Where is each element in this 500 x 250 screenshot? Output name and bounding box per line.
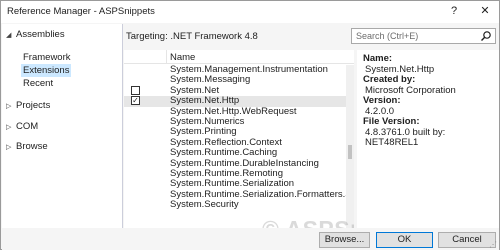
- row-name: System.Runtime.Serialization.Formatters.…: [170, 188, 354, 200]
- row-name: System.Runtime.DurableInstancing: [170, 157, 319, 169]
- row-name: System.Security: [170, 199, 239, 211]
- column-header-name[interactable]: Name: [170, 52, 195, 63]
- column-separator: [166, 50, 167, 64]
- list-toolbar: Targeting: .NET Framework 4.8 Search (Ct…: [124, 24, 499, 48]
- checked-checkbox[interactable]: ✓: [131, 96, 140, 106]
- collapsed-caret-icon: ▷: [6, 102, 12, 110]
- cancel-button[interactable]: Cancel: [438, 232, 496, 248]
- tree-node-label: Projects: [16, 100, 51, 111]
- vertical-scrollbar[interactable]: [346, 65, 354, 228]
- tree-node-label: Browse: [16, 141, 48, 152]
- search-placeholder: Search (Ctrl+E): [356, 31, 419, 41]
- file-version-value: 4.8.3761.0 built by: NET48REL1: [365, 126, 446, 148]
- browse-button[interactable]: Browse...: [319, 232, 370, 248]
- help-button[interactable]: ?: [447, 4, 461, 18]
- dialog-footer: Browse... OK Cancel ⋰: [2, 229, 499, 250]
- name-label: Name:: [363, 53, 393, 64]
- list-row[interactable]: System.Security: [124, 199, 346, 211]
- watermark: © ASPSnippets.com: [262, 216, 354, 228]
- file-version-label: File Version:: [363, 116, 420, 127]
- title-bar: Reference Manager - ASPSnippets ? ✕: [1, 1, 499, 23]
- row-name: System.Printing: [170, 126, 237, 138]
- resize-grip-icon[interactable]: ⋰: [489, 240, 497, 249]
- row-name: System.Net.Http: [170, 95, 240, 107]
- row-name: System.Net.Http.WebRequest: [170, 105, 297, 117]
- collapsed-caret-icon: ▷: [6, 143, 12, 151]
- tree-item-framework[interactable]: Framework: [21, 51, 73, 64]
- row-name: System.Management.Instrumentation: [170, 64, 328, 75]
- row-name: System.Net: [170, 84, 220, 96]
- tree-node-projects[interactable]: ▷ Projects: [6, 99, 50, 112]
- row-name: System.Reflection.Context: [170, 136, 282, 148]
- collapsed-caret-icon: ▷: [6, 123, 12, 131]
- row-name: System.Numerics: [170, 115, 245, 127]
- search-input[interactable]: Search (Ctrl+E): [351, 28, 496, 44]
- window-title: Reference Manager - ASPSnippets: [7, 6, 155, 17]
- ok-button[interactable]: OK: [376, 232, 433, 248]
- tree-item-recent[interactable]: Recent: [21, 77, 55, 90]
- tree-node-browse[interactable]: ▷ Browse: [6, 140, 48, 153]
- close-button[interactable]: ✕: [477, 4, 493, 18]
- row-name: System.Runtime.Serialization: [170, 178, 295, 190]
- expanded-caret-icon: ◢: [6, 31, 12, 39]
- version-label: Version:: [363, 95, 401, 106]
- row-name: System.Messaging: [170, 74, 251, 86]
- tree-node-label: COM: [16, 121, 39, 132]
- row-name: System.Runtime.Caching: [170, 147, 278, 159]
- targeting-label: Targeting: .NET Framework 4.8: [126, 31, 258, 42]
- assembly-list: Name System.Management.Instrumentation Sy…: [124, 50, 354, 228]
- checkbox[interactable]: [131, 85, 140, 95]
- tree-item-extensions[interactable]: Extensions: [21, 64, 72, 77]
- list-header: Name: [124, 50, 354, 64]
- reference-manager-dialog: Reference Manager - ASPSnippets ? ✕ ◢ As…: [0, 0, 500, 250]
- scrollbar-thumb[interactable]: [348, 145, 352, 159]
- tree-node-assemblies[interactable]: ◢ Assemblies: [6, 28, 65, 41]
- tree-node-com[interactable]: ▷ COM: [6, 120, 38, 133]
- list-row[interactable]: System.Messaging: [124, 74, 346, 86]
- category-tree: ◢ Assemblies Framework Extensions Recent…: [2, 24, 123, 228]
- row-name: System.Runtime.Remoting: [170, 167, 283, 179]
- list-rows: System.Management.Instrumentation System.…: [124, 64, 354, 211]
- assembly-details: Name: System.Net.Http Created by: Micros…: [357, 50, 499, 228]
- created-by-label: Created by:: [363, 74, 416, 85]
- tree-node-label: Assemblies: [16, 29, 65, 40]
- search-icon[interactable]: [480, 30, 492, 42]
